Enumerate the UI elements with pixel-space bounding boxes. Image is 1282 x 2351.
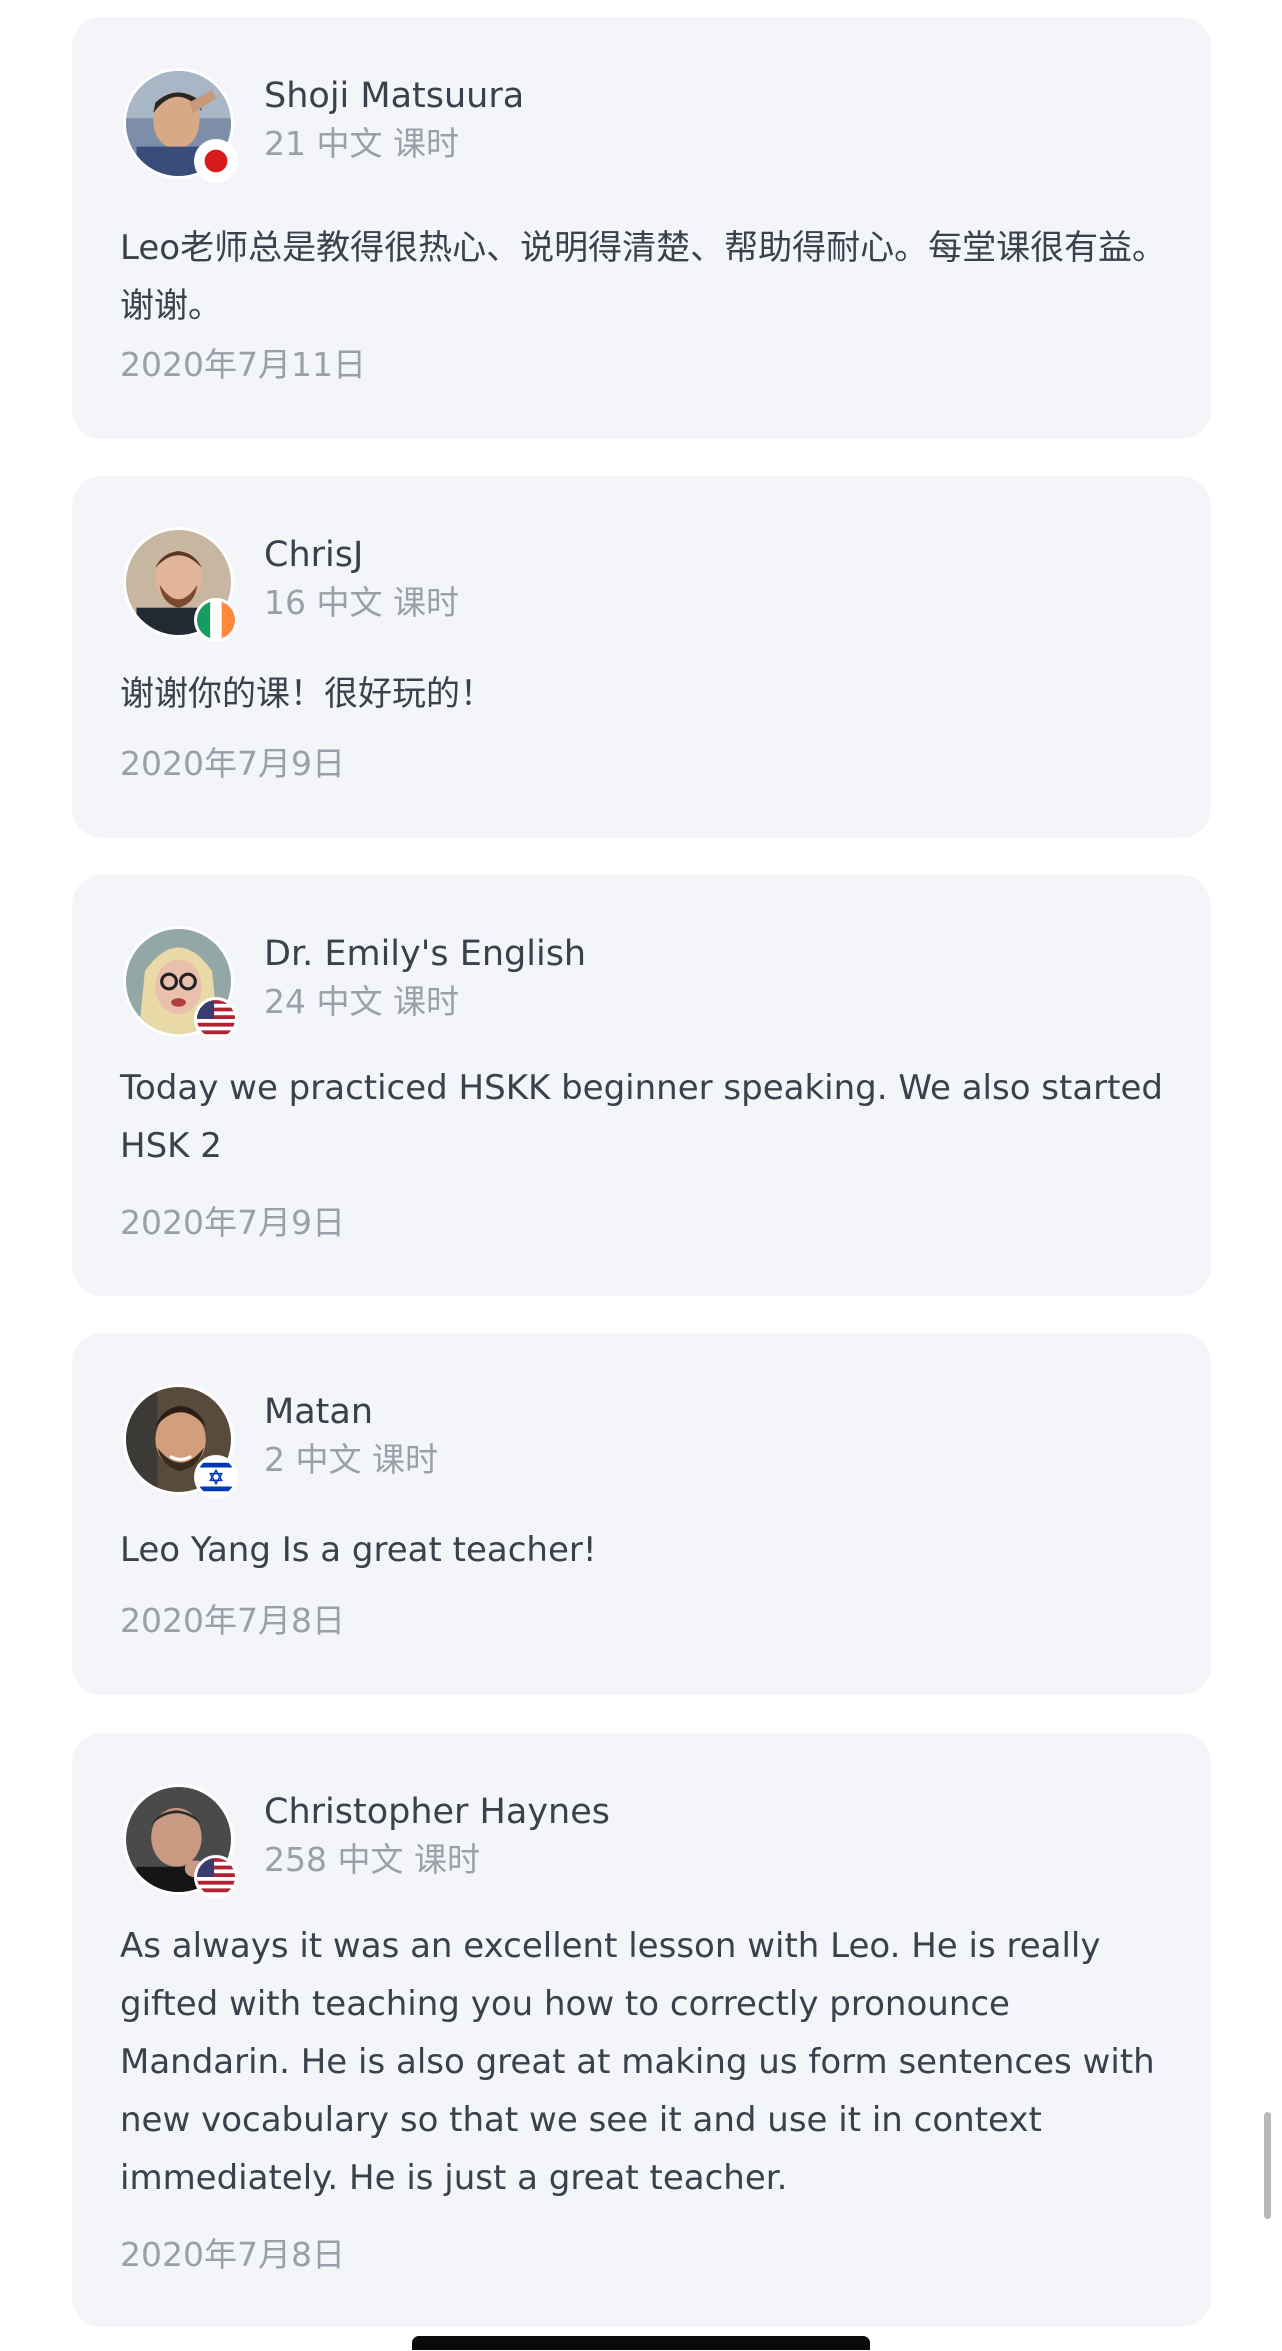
review-date: 2020年7月8日 <box>120 1601 345 1640</box>
review-card: Shoji Matsuura 21 中文 课时 Leo老师总是教得很热心、说明得… <box>72 17 1211 439</box>
review-comment: As always it was an excellent lesson wit… <box>120 1926 1155 2198</box>
review-comment: Today we practiced HSKK beginner speakin… <box>120 1068 1163 1166</box>
review-comment: Leo老师总是教得很热心、说明得清楚、帮助得耐心。每堂课很有益。谢谢。 <box>120 228 1167 326</box>
review-comment: Leo Yang Is a great teacher! <box>120 1530 597 1570</box>
review-card: Christopher Haynes 258 中文 课时 As always i… <box>72 1733 1211 2327</box>
review-card: Dr. Emily's English 24 中文 课时 Today we pr… <box>72 875 1211 1296</box>
usa-flag-icon <box>194 1855 238 1899</box>
usa-flag-icon <box>194 997 238 1041</box>
israel-flag-icon <box>194 1455 238 1499</box>
lesson-count: 2 中文 课时 <box>264 1440 438 1479</box>
japan-flag-icon <box>194 139 238 183</box>
scrollbar[interactable] <box>1264 2112 1271 2219</box>
reviewer-name: Shoji Matsuura <box>264 76 525 116</box>
reviewer-name: ChrisJ <box>264 535 364 575</box>
review-date: 2020年7月9日 <box>120 744 345 783</box>
lesson-count: 16 中文 课时 <box>264 583 459 622</box>
review-card: Matan 2 中文 课时 Leo Yang Is a great teache… <box>72 1333 1211 1695</box>
reviewer-name: Christopher Haynes <box>264 1792 610 1832</box>
reviewer-name: Matan <box>264 1392 373 1432</box>
review-comment: 谢谢你的课！很好玩的！ <box>120 674 494 714</box>
lesson-count: 258 中文 课时 <box>264 1840 480 1879</box>
review-date: 2020年7月8日 <box>120 2235 345 2274</box>
review-date: 2020年7月11日 <box>120 345 366 384</box>
lesson-count: 24 中文 课时 <box>264 982 459 1021</box>
reviewer-name: Dr. Emily's English <box>264 934 587 974</box>
home-indicator[interactable] <box>412 2336 870 2350</box>
review-card: ChrisJ 16 中文 课时 谢谢你的课！很好玩的！ 2020年7月9日 <box>72 476 1211 838</box>
review-date: 2020年7月9日 <box>120 1203 345 1242</box>
ireland-flag-icon <box>194 598 238 642</box>
lesson-count: 21 中文 课时 <box>264 124 459 163</box>
